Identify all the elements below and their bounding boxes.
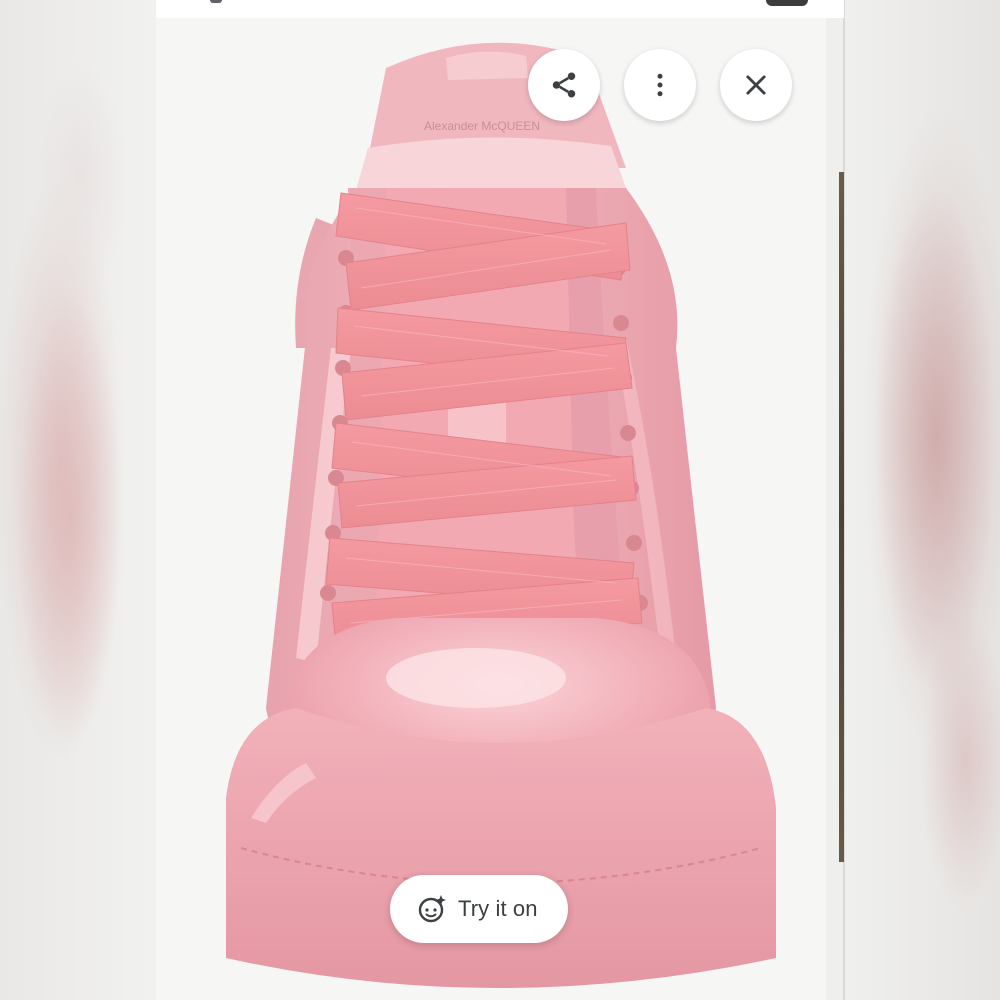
heel-tab-shine [446, 51, 528, 80]
close-button[interactable] [720, 49, 792, 121]
top-partial-icon [210, 0, 222, 3]
more-options-button[interactable] [624, 49, 696, 121]
face-sparkle-icon [418, 895, 446, 923]
right-blurred-background [845, 0, 1000, 1000]
try-it-on-button[interactable]: Try it on [390, 875, 568, 943]
product-image[interactable]: Alexander McQUEEN [156, 18, 826, 1000]
toe-highlight [386, 648, 566, 708]
share-button[interactable] [528, 49, 600, 121]
adjacent-image-edge [839, 172, 844, 862]
brand-text: Alexander McQUEEN [424, 119, 540, 133]
sneaker-illustration: Alexander McQUEEN [226, 42, 776, 988]
sole [226, 708, 776, 988]
close-icon [746, 75, 766, 95]
left-blurred-background [0, 0, 156, 1000]
share-icon [552, 72, 576, 98]
top-bar [156, 0, 844, 18]
inner-lining [356, 137, 626, 190]
top-right-partial-control[interactable] [766, 0, 808, 6]
more-vert-icon [657, 73, 663, 97]
try-it-on-label: Try it on [458, 896, 538, 921]
